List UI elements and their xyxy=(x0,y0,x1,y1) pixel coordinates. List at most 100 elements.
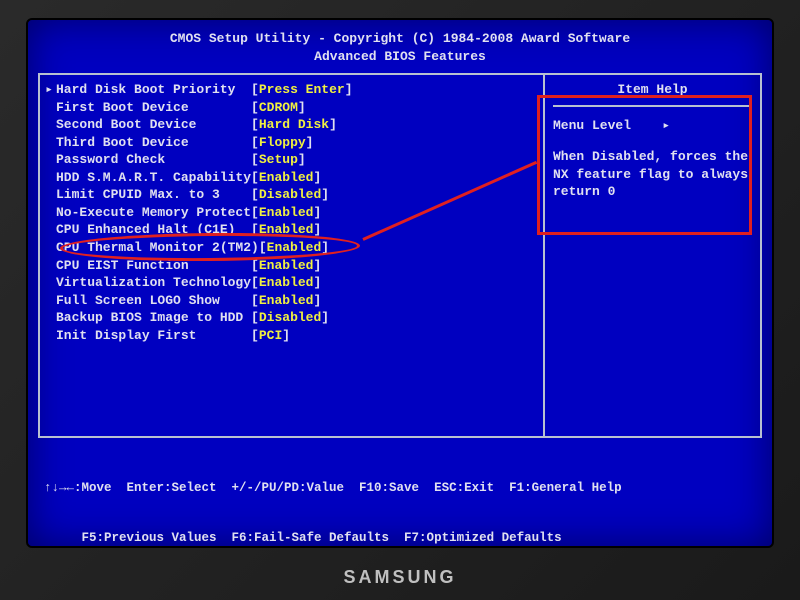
bracket-close: ] xyxy=(313,292,321,310)
bracket-close: ] xyxy=(345,81,353,99)
menu-item-label: Limit CPUID Max. to 3 xyxy=(56,186,251,204)
menu-item-label: First Boot Device xyxy=(56,99,251,117)
bios-container: CMOS Setup Utility - Copyright (C) 1984-… xyxy=(38,30,762,536)
menu-row[interactable]: Third Boot Device [Floppy] xyxy=(42,134,539,152)
menu-item-label: Init Display First xyxy=(56,327,251,345)
help-panel: Item Help Menu Level ▸ When Disabled, fo… xyxy=(545,75,760,436)
menu-item-label: CPU Enhanced Halt (C1E) xyxy=(56,221,251,239)
menu-item-value[interactable]: Enabled xyxy=(259,274,314,292)
menu-item-value[interactable]: PCI xyxy=(259,327,282,345)
bracket-close: ] xyxy=(321,309,329,327)
bracket-open: [ xyxy=(251,116,259,134)
menu-row[interactable]: Backup BIOS Image to HDD [Disabled] xyxy=(42,309,539,327)
help-description: When Disabled, forces the NX feature fla… xyxy=(553,148,752,201)
bracket-close: ] xyxy=(313,221,321,239)
cursor-icon xyxy=(42,292,56,310)
menu-row[interactable]: First Boot Device [CDROM] xyxy=(42,99,539,117)
menu-item-value[interactable]: Enabled xyxy=(259,257,314,275)
bracket-open: [ xyxy=(251,221,259,239)
bracket-close: ] xyxy=(313,274,321,292)
cursor-icon xyxy=(42,239,56,257)
menu-item-value[interactable]: Enabled xyxy=(259,221,314,239)
menu-item-label: Second Boot Device xyxy=(56,116,251,134)
menu-row[interactable]: No-Execute Memory Protect[Enabled] xyxy=(42,204,539,222)
cursor-icon xyxy=(42,186,56,204)
cursor-icon xyxy=(42,169,56,187)
menu-row[interactable]: CPU Enhanced Halt (C1E) [Enabled] xyxy=(42,221,539,239)
settings-panel[interactable]: ▸Hard Disk Boot Priority [Press Enter] F… xyxy=(40,75,545,436)
help-title: Item Help xyxy=(553,81,752,107)
menu-item-label: CPU EIST Function xyxy=(56,257,251,275)
menu-item-value[interactable]: CDROM xyxy=(259,99,298,117)
menu-item-value[interactable]: Press Enter xyxy=(259,81,345,99)
menu-item-value[interactable]: Enabled xyxy=(259,169,314,187)
bracket-open: [ xyxy=(251,81,259,99)
menu-row[interactable]: Second Boot Device [Hard Disk] xyxy=(42,116,539,134)
menu-item-label: Full Screen LOGO Show xyxy=(56,292,251,310)
footer-line2: F5:Previous Values F6:Fail-Safe Defaults… xyxy=(44,530,756,547)
menu-item-value[interactable]: Enabled xyxy=(259,204,314,222)
menu-row[interactable]: Init Display First [PCI] xyxy=(42,327,539,345)
menu-item-label: Virtualization Technology xyxy=(56,274,251,292)
bracket-close: ] xyxy=(298,99,306,117)
menu-item-value[interactable]: Hard Disk xyxy=(259,116,329,134)
menu-item-label: CPU Thermal Monitor 2(TM2) xyxy=(56,239,259,257)
cursor-icon xyxy=(42,116,56,134)
bracket-close: ] xyxy=(321,239,329,257)
cursor-icon xyxy=(42,221,56,239)
menu-row[interactable]: Limit CPUID Max. to 3 [Disabled] xyxy=(42,186,539,204)
main-box: ▸Hard Disk Boot Priority [Press Enter] F… xyxy=(38,73,762,438)
menu-item-label: Hard Disk Boot Priority xyxy=(56,81,251,99)
menu-item-value[interactable]: Enabled xyxy=(267,239,322,257)
bracket-open: [ xyxy=(251,99,259,117)
bracket-close: ] xyxy=(298,151,306,169)
header-line1: CMOS Setup Utility - Copyright (C) 1984-… xyxy=(38,30,762,48)
bracket-open: [ xyxy=(251,309,259,327)
bracket-open: [ xyxy=(251,257,259,275)
bracket-open: [ xyxy=(251,186,259,204)
bracket-close: ] xyxy=(321,186,329,204)
monitor-bezel: CMOS Setup Utility - Copyright (C) 1984-… xyxy=(0,0,800,600)
bracket-close: ] xyxy=(313,257,321,275)
bracket-open: [ xyxy=(251,327,259,345)
bracket-open: [ xyxy=(251,134,259,152)
bracket-close: ] xyxy=(313,169,321,187)
menu-item-label: Third Boot Device xyxy=(56,134,251,152)
cursor-icon xyxy=(42,274,56,292)
cursor-icon xyxy=(42,204,56,222)
cursor-icon xyxy=(42,151,56,169)
bracket-close: ] xyxy=(329,116,337,134)
bios-screen: CMOS Setup Utility - Copyright (C) 1984-… xyxy=(26,18,774,548)
menu-item-value[interactable]: Floppy xyxy=(259,134,306,152)
menu-item-value[interactable]: Enabled xyxy=(259,292,314,310)
bracket-open: [ xyxy=(251,169,259,187)
menu-item-value[interactable]: Setup xyxy=(259,151,298,169)
menu-row[interactable]: CPU Thermal Monitor 2(TM2)[Enabled] xyxy=(42,239,539,257)
menu-row[interactable]: Virtualization Technology[Enabled] xyxy=(42,274,539,292)
bracket-open: [ xyxy=(251,274,259,292)
cursor-icon xyxy=(42,327,56,345)
menu-row[interactable]: CPU EIST Function [Enabled] xyxy=(42,257,539,275)
menu-item-label: HDD S.M.A.R.T. Capability xyxy=(56,169,251,187)
bracket-open: [ xyxy=(259,239,267,257)
header: CMOS Setup Utility - Copyright (C) 1984-… xyxy=(38,30,762,65)
cursor-icon xyxy=(42,134,56,152)
cursor-icon xyxy=(42,99,56,117)
menu-item-value[interactable]: Disabled xyxy=(259,186,321,204)
bracket-close: ] xyxy=(282,327,290,345)
menu-item-label: Password Check xyxy=(56,151,251,169)
menu-row[interactable]: Password Check [Setup] xyxy=(42,151,539,169)
menu-row[interactable]: HDD S.M.A.R.T. Capability[Enabled] xyxy=(42,169,539,187)
menu-item-label: Backup BIOS Image to HDD xyxy=(56,309,251,327)
menu-row[interactable]: Full Screen LOGO Show [Enabled] xyxy=(42,292,539,310)
menu-item-value[interactable]: Disabled xyxy=(259,309,321,327)
cursor-icon: ▸ xyxy=(42,81,56,99)
menu-row[interactable]: ▸Hard Disk Boot Priority [Press Enter] xyxy=(42,81,539,99)
menu-level-label: Menu Level xyxy=(553,118,631,133)
bracket-open: [ xyxy=(251,151,259,169)
bracket-close: ] xyxy=(306,134,314,152)
monitor-brand: SAMSUNG xyxy=(343,567,456,588)
header-line2: Advanced BIOS Features xyxy=(38,48,762,66)
footer-line1: ↑↓→←:Move Enter:Select +/-/PU/PD:Value F… xyxy=(44,480,756,497)
bracket-open: [ xyxy=(251,292,259,310)
